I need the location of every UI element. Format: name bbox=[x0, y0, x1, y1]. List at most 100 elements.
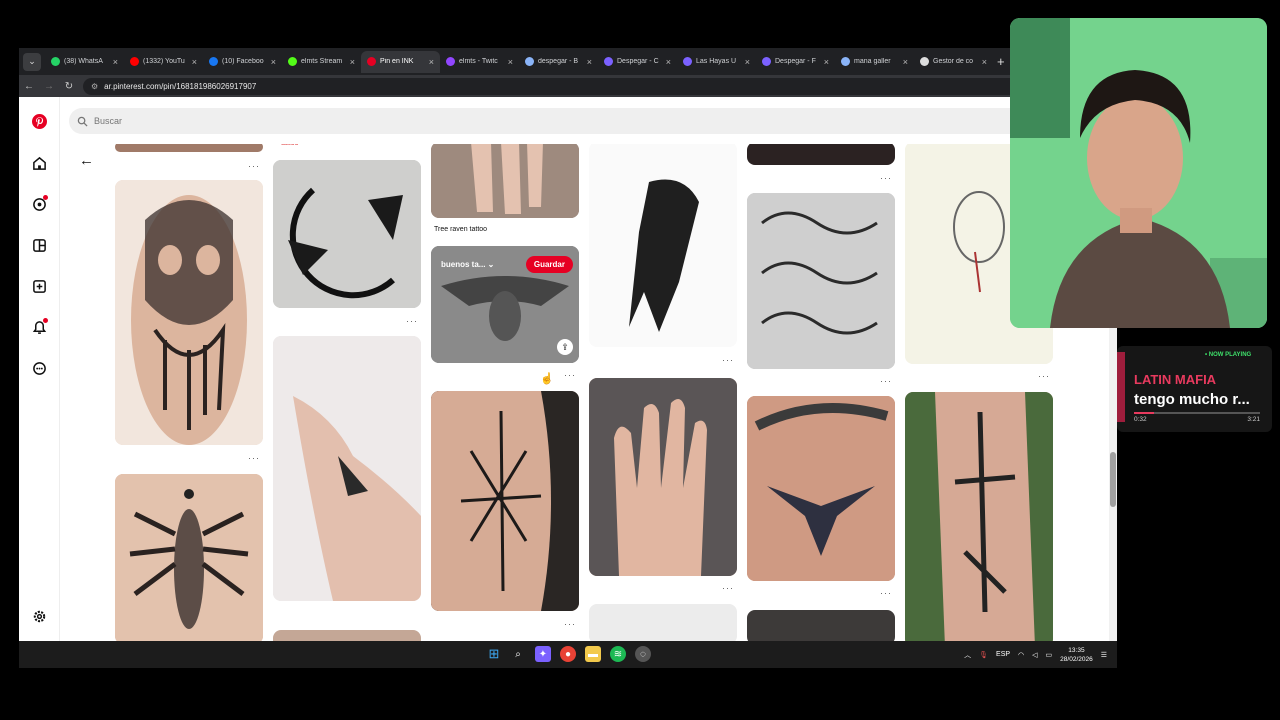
track-title: tengo mucho r... bbox=[1134, 391, 1250, 408]
more-options-icon[interactable]: ··· bbox=[564, 619, 576, 629]
tab-mana-gallery[interactable]: mana galler × bbox=[835, 51, 914, 73]
search-bar[interactable]: Buscar bbox=[69, 108, 1029, 134]
close-icon[interactable]: × bbox=[350, 57, 355, 67]
pinterest-logo-icon[interactable] bbox=[30, 112, 48, 130]
tab-pinterest[interactable]: Pin en INK × bbox=[361, 50, 440, 73]
close-icon[interactable]: × bbox=[824, 57, 829, 67]
pin-arm-eagle-tattoo[interactable] bbox=[747, 396, 895, 581]
save-button[interactable]: Guardar bbox=[525, 256, 573, 273]
chrome-icon[interactable]: ● bbox=[560, 646, 576, 662]
close-icon[interactable]: × bbox=[587, 57, 592, 67]
track-artist: LATIN MAFIA bbox=[1134, 372, 1217, 387]
volume-icon[interactable]: ◁ bbox=[1032, 651, 1037, 659]
tab-las-hayas[interactable]: Las Hayas U × bbox=[677, 51, 756, 73]
pin-tree-raven-tattoo[interactable] bbox=[431, 144, 579, 218]
tab-search-button[interactable]: ⌄ bbox=[23, 52, 41, 71]
microphone-icon[interactable]: 🎙 bbox=[979, 651, 988, 659]
more-options-icon[interactable]: ··· bbox=[880, 376, 892, 386]
tab-twitch[interactable]: elmts - Twitc × bbox=[440, 51, 519, 73]
tab-despegar-2[interactable]: Despegar - F × bbox=[756, 51, 835, 73]
pin-grid: ··· ··· tattoo ··· bbox=[19, 144, 1117, 641]
pin-hand-nails[interactable] bbox=[589, 378, 737, 576]
language-indicator[interactable]: ESP bbox=[996, 651, 1010, 658]
gear-icon bbox=[920, 57, 929, 66]
tab-label: Pin en INK bbox=[380, 58, 414, 65]
tab-label: Gestor de co bbox=[933, 58, 974, 65]
more-options-icon[interactable]: ··· bbox=[406, 316, 418, 326]
webcam-overlay bbox=[1010, 18, 1267, 328]
google-icon bbox=[525, 57, 534, 66]
new-tab-button[interactable]: + bbox=[997, 54, 1005, 69]
scrollbar-thumb[interactable] bbox=[1110, 452, 1116, 507]
chevron-up-icon[interactable]: ︿ bbox=[964, 650, 971, 660]
more-options-icon[interactable]: ··· bbox=[248, 453, 260, 463]
pin-forearm-sword-tattoo[interactable] bbox=[905, 392, 1053, 641]
more-options-icon[interactable]: ··· bbox=[1038, 371, 1050, 381]
close-icon[interactable]: × bbox=[745, 57, 750, 67]
notifications-icon[interactable]: ☰ bbox=[1101, 651, 1107, 659]
pin-skull-knee-tattoo[interactable] bbox=[115, 180, 263, 445]
close-icon[interactable]: × bbox=[508, 57, 513, 67]
search-icon bbox=[77, 116, 88, 127]
close-icon[interactable]: × bbox=[271, 57, 276, 67]
clock[interactable]: 13:35 28/02/2026 bbox=[1060, 646, 1093, 664]
close-icon[interactable]: × bbox=[429, 57, 434, 67]
whatsapp-icon bbox=[51, 57, 60, 66]
tab-despegar-1[interactable]: Despegar - C × bbox=[598, 51, 677, 73]
more-options-icon[interactable]: ··· bbox=[722, 583, 734, 593]
wifi-icon[interactable]: ◠ bbox=[1018, 651, 1024, 659]
share-icon[interactable]: ⇪ bbox=[557, 339, 573, 355]
app-icon[interactable]: ◌ bbox=[635, 646, 651, 662]
pin-lettering-tattoo[interactable] bbox=[747, 193, 895, 369]
pin-image[interactable] bbox=[589, 604, 737, 641]
tab-label: mana galler bbox=[854, 58, 891, 65]
tab-label: elmts - Twitc bbox=[459, 58, 498, 65]
address-bar[interactable]: ⚙ ar.pinterest.com/pin/16818198602691790… bbox=[83, 77, 1083, 95]
pin-owl-tattoo-hovered[interactable]: buenos ta... ⌄ Guardar ⇪ bbox=[431, 246, 579, 363]
more-options-icon[interactable]: ··· bbox=[880, 588, 892, 598]
tab-whatsapp[interactable]: (38) WhatsA × bbox=[45, 51, 124, 73]
pin-image[interactable] bbox=[115, 144, 263, 152]
close-icon[interactable]: × bbox=[192, 57, 197, 67]
search-placeholder: Buscar bbox=[94, 116, 123, 126]
close-icon[interactable]: × bbox=[903, 57, 908, 67]
battery-icon[interactable]: ▭ bbox=[1046, 651, 1053, 659]
more-options-icon[interactable]: ··· bbox=[722, 355, 734, 365]
kick-icon bbox=[288, 57, 297, 66]
file-explorer-icon[interactable]: ▬ bbox=[585, 646, 601, 662]
more-options-icon[interactable]: ··· bbox=[248, 161, 260, 171]
close-icon[interactable]: × bbox=[982, 57, 987, 67]
pin-birds-tattoo[interactable] bbox=[273, 160, 421, 308]
tab-bar: ⌄ (38) WhatsA × (1332) YouTu × (10) Facebo… bbox=[19, 48, 1117, 75]
back-arrow-icon[interactable]: ← bbox=[19, 81, 39, 92]
despegar-icon bbox=[604, 57, 613, 66]
track-current-time: 0:32 bbox=[1134, 416, 1147, 423]
browser-window: ⌄ (38) WhatsA × (1332) YouTu × (10) Facebo… bbox=[19, 48, 1117, 641]
reload-icon[interactable]: ↻ bbox=[59, 81, 79, 92]
track-progress-fill bbox=[1134, 412, 1155, 414]
search-icon[interactable]: ⌕ bbox=[510, 646, 526, 662]
more-options-icon[interactable]: ··· bbox=[564, 370, 576, 380]
tab-youtube[interactable]: (1332) YouTu × bbox=[124, 51, 203, 73]
tab-gestor[interactable]: Gestor de co × bbox=[914, 51, 993, 73]
pin-back-figure-tattoo[interactable] bbox=[115, 474, 263, 641]
more-options-icon[interactable]: ··· bbox=[880, 173, 892, 183]
board-select-dropdown[interactable]: buenos ta... ⌄ bbox=[441, 260, 494, 269]
pin-swallow-tattoo[interactable] bbox=[589, 144, 737, 347]
spotify-icon[interactable]: ≋ bbox=[610, 646, 626, 662]
tab-facebook[interactable]: (10) Faceboo × bbox=[203, 51, 282, 73]
pin-image[interactable] bbox=[273, 630, 421, 641]
windows-start-icon[interactable]: ⊞ bbox=[486, 646, 502, 662]
tab-google-despegar[interactable]: despegar - B × bbox=[519, 51, 598, 73]
pin-image[interactable] bbox=[747, 144, 895, 165]
pin-leg-spike-tattoo[interactable] bbox=[431, 391, 579, 611]
close-icon[interactable]: × bbox=[113, 57, 118, 67]
pin-hand-bird-tattoo[interactable] bbox=[273, 336, 421, 601]
close-icon[interactable]: × bbox=[666, 57, 671, 67]
board-name: buenos ta... bbox=[441, 260, 486, 269]
pin-image[interactable] bbox=[747, 610, 895, 641]
forward-arrow-icon[interactable]: → bbox=[39, 81, 59, 92]
copilot-icon[interactable]: ✦ bbox=[535, 646, 551, 662]
site-info-icon[interactable]: ⚙ bbox=[91, 82, 98, 91]
tab-kick[interactable]: elmts Stream × bbox=[282, 51, 361, 73]
